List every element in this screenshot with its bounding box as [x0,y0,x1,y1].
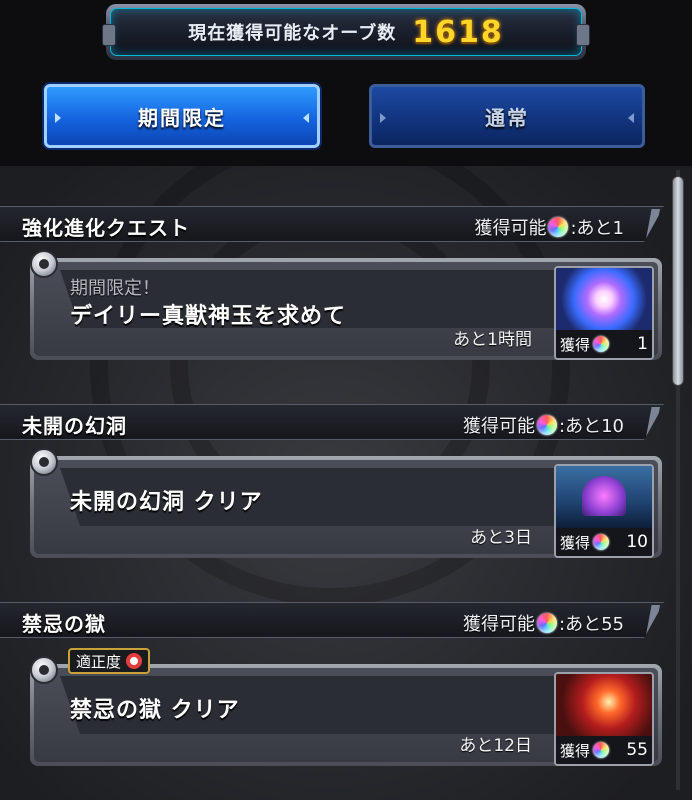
reward-amount: 1 [637,334,648,354]
time-remaining: あと3日 [470,528,532,548]
orb-icon [548,217,569,237]
tab-limited-time[interactable]: 期間限定 [44,84,320,148]
tab-right-arrow-icon [628,113,634,123]
available-label: 獲得可能 [463,416,536,437]
section-title: 禁忌の獄 [22,612,106,636]
hell-gate-icon [556,674,652,736]
section-orb-remaining: 獲得可能 :あと10 [463,412,624,438]
remaining-label: :あと1 [570,218,624,239]
tab-right-arrow-icon [303,113,309,123]
time-remaining: あと1時間 [453,330,532,350]
tab-left-arrow-icon [380,113,386,123]
orb-icon [593,742,610,758]
remaining-label: :あと10 [559,416,624,437]
orb-count-banner: 現在獲得可能なオーブ数 1618 [102,4,590,60]
pin-icon [30,448,58,476]
tab-normal[interactable]: 通常 [369,84,645,148]
tab-limited-time-label: 期間限定 [138,105,226,130]
aptitude-label: 適正度 [76,652,122,671]
card-title: 禁忌の獄 クリア [70,698,240,723]
reward-box: 獲得 55 [554,672,654,766]
banner-left-cap [102,24,116,46]
shrine-icon [556,466,652,528]
card-subtitle: 期間限定！ [70,278,160,299]
scroll-thumb[interactable] [672,176,684,386]
tab-left-arrow-icon [55,113,61,123]
reward-amount: 55 [626,740,648,760]
header: 現在獲得可能なオーブ数 1618 期間限定 通常 [0,0,692,166]
time-remaining: あと12日 [459,736,532,756]
gold-tama-icon [556,268,652,330]
orb-count-label: 現在獲得可能なオーブ数 [188,23,397,44]
available-label: 獲得可能 [474,218,547,239]
aptitude-circle-icon [126,653,143,669]
quest-card-unexplored-cave[interactable]: 未開の幻洞 クリア あと3日 獲得 10 [22,448,664,566]
section-header-forbidden-prison: 禁忌の獄 獲得可能 :あと55 [0,602,664,638]
quest-card-daily-tama[interactable]: 期間限定！ デイリー真獣神玉を求めて あと1時間 獲得 1 [22,250,664,368]
orb-count-value: 1618 [412,14,504,50]
section-title: 強化進化クエスト [22,216,190,240]
reward-box: 獲得 10 [554,464,654,558]
pin-icon [30,656,58,684]
quest-card-forbidden-prison[interactable]: 適正度 禁忌の獄 クリア あと12日 獲得 55 [22,648,664,774]
tab-normal-label: 通常 [485,105,529,130]
section-orb-remaining: 獲得可能 :あと1 [474,214,624,240]
section-title: 未開の幻洞 [22,414,127,438]
reward-label: 獲得 [560,533,591,552]
quest-list[interactable]: 強化進化クエスト 獲得可能 :あと1 期間限定！ デイリー真獣神玉を求めて あと… [0,166,692,800]
scrollbar[interactable] [670,170,686,790]
orb-icon [537,613,558,633]
reward-label: 獲得 [560,335,591,354]
remaining-label: :あと55 [559,614,624,635]
banner-right-cap [576,24,590,46]
aptitude-badge: 適正度 [68,648,151,674]
section-header-enhance-evolve: 強化進化クエスト 獲得可能 :あと1 [0,206,664,242]
section-header-unexplored-cave: 未開の幻洞 獲得可能 :あと10 [0,404,664,440]
orb-icon [593,534,610,550]
orb-icon [537,415,558,435]
reward-amount: 10 [626,532,648,552]
card-title: デイリー真獣神玉を求めて [70,304,347,329]
section-orb-remaining: 獲得可能 :あと55 [463,610,624,636]
card-title: 未開の幻洞 クリア [70,490,263,515]
available-label: 獲得可能 [463,614,536,635]
pin-icon [30,250,58,278]
orb-icon [593,336,610,352]
reward-box: 獲得 1 [554,266,654,360]
reward-label: 獲得 [560,741,591,760]
